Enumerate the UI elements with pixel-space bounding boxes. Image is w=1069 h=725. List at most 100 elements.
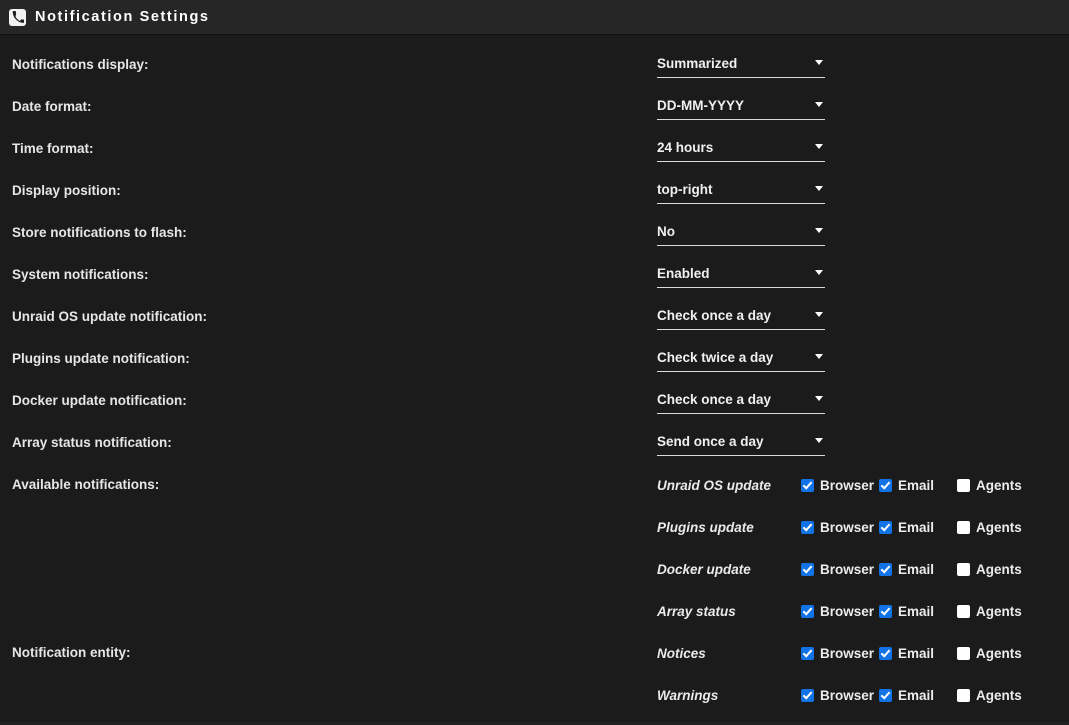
- setting-label-plugins-update-notification: Plugins update notification:: [12, 351, 190, 366]
- checkbox-label-agents[interactable]: Agents: [976, 688, 1022, 703]
- notification-entity-row-warnings: Warnings Browser Email Agents: [0, 674, 1069, 716]
- setting-row-system-notifications: System notifications: Enabled: [0, 254, 1069, 296]
- available-notifications-row-unraid-os-update: Available notifications: Unraid OS updat…: [0, 464, 1069, 506]
- setting-label-display-position: Display position:: [12, 183, 121, 198]
- checkbox-row-docker-update: Docker update Browser Email Agents: [657, 557, 1041, 581]
- select-value-unraid-os-update-notification: Check once a day: [657, 308, 772, 323]
- notification-entity-label: Notification entity:: [12, 645, 131, 660]
- setting-label-unraid-os-update-notification: Unraid OS update notification:: [12, 309, 207, 324]
- checkbox-group-browser: Browser: [801, 478, 879, 493]
- checkbox-label-email[interactable]: Email: [898, 562, 934, 577]
- select-unraid-os-update-notification[interactable]: Check once a day: [657, 303, 825, 330]
- checkbox-row-unraid-os-update: Unraid OS update Browser Email Agents: [657, 473, 1041, 497]
- checkbox-label-browser[interactable]: Browser: [820, 646, 874, 661]
- checkbox-agents-unraid-os-update[interactable]: [957, 478, 970, 492]
- select-store-notifications-to-flash[interactable]: No: [657, 219, 825, 246]
- select-value-notifications-display: Summarized: [657, 56, 738, 71]
- chevron-down-icon: [815, 270, 823, 275]
- checkbox-browser-notices[interactable]: [801, 646, 814, 660]
- checkbox-email-warnings[interactable]: [879, 688, 892, 702]
- checkbox-label-agents[interactable]: Agents: [976, 562, 1022, 577]
- checkbox-browser-plugins-update[interactable]: [801, 520, 814, 534]
- checkbox-email-docker-update[interactable]: [879, 562, 892, 576]
- chevron-down-icon: [815, 312, 823, 317]
- checkbox-browser-docker-update[interactable]: [801, 562, 814, 576]
- select-array-status-notification[interactable]: Send once a day: [657, 429, 825, 456]
- window-title: Notification Settings: [35, 9, 210, 25]
- checkbox-label-email[interactable]: Email: [898, 520, 934, 535]
- checkbox-email-plugins-update[interactable]: [879, 520, 892, 534]
- settings-form: Notifications display: Summarized Date f…: [0, 36, 1069, 716]
- setting-row-time-format: Time format: 24 hours: [0, 128, 1069, 170]
- window-titlebar: Notification Settings: [0, 0, 1069, 35]
- checkbox-label-browser[interactable]: Browser: [820, 688, 874, 703]
- checkbox-label-browser[interactable]: Browser: [820, 478, 874, 493]
- checkbox-label-agents[interactable]: Agents: [976, 646, 1022, 661]
- checkbox-label-email[interactable]: Email: [898, 604, 934, 619]
- checkbox-group-browser: Browser: [801, 688, 879, 703]
- checkbox-browser-unraid-os-update[interactable]: [801, 478, 814, 492]
- select-system-notifications[interactable]: Enabled: [657, 261, 825, 288]
- chevron-down-icon: [815, 186, 823, 191]
- select-display-position[interactable]: top-right: [657, 177, 825, 204]
- checkbox-group-agents: Agents: [957, 688, 1041, 703]
- chevron-down-icon: [815, 438, 823, 443]
- setting-label-date-format: Date format:: [12, 99, 92, 114]
- setting-label-system-notifications: System notifications:: [12, 267, 149, 282]
- checkbox-row-name: Notices: [657, 645, 706, 661]
- checkbox-agents-docker-update[interactable]: [957, 562, 970, 576]
- select-date-format[interactable]: DD-MM-YYYY: [657, 93, 825, 120]
- available-notifications-label: Available notifications:: [12, 477, 160, 492]
- select-time-format[interactable]: 24 hours: [657, 135, 825, 162]
- checkbox-row-array-status: Array status Browser Email Agents: [657, 599, 1041, 623]
- notification-settings-page: Notification Settings Notifications disp…: [0, 0, 1069, 725]
- checkbox-group-browser: Browser: [801, 604, 879, 619]
- checkbox-group-email: Email: [879, 646, 957, 661]
- chevron-down-icon: [815, 354, 823, 359]
- checkbox-label-browser[interactable]: Browser: [820, 562, 874, 577]
- checkbox-label-agents[interactable]: Agents: [976, 520, 1022, 535]
- checkbox-browser-warnings[interactable]: [801, 688, 814, 702]
- available-notifications-row-array-status: Array status Browser Email Agents: [0, 590, 1069, 632]
- available-notifications-row-docker-update: Docker update Browser Email Agents: [0, 548, 1069, 590]
- checkbox-group-agents: Agents: [957, 520, 1041, 535]
- checkbox-label-email[interactable]: Email: [898, 688, 934, 703]
- setting-label-store-notifications-to-flash: Store notifications to flash:: [12, 225, 187, 240]
- settings-content: Notifications display: Summarized Date f…: [0, 36, 1069, 725]
- checkbox-label-email[interactable]: Email: [898, 646, 934, 661]
- notification-entity-row-notices: Notification entity: Notices Browser Ema…: [0, 632, 1069, 674]
- checkbox-row-name: Array status: [657, 603, 736, 619]
- checkbox-group-browser: Browser: [801, 520, 879, 535]
- checkbox-label-browser[interactable]: Browser: [820, 604, 874, 619]
- select-plugins-update-notification[interactable]: Check twice a day: [657, 345, 825, 372]
- checkbox-label-agents[interactable]: Agents: [976, 478, 1022, 493]
- setting-label-notifications-display: Notifications display:: [12, 57, 149, 72]
- select-notifications-display[interactable]: Summarized: [657, 51, 825, 78]
- checkbox-label-browser[interactable]: Browser: [820, 520, 874, 535]
- setting-row-display-position: Display position: top-right: [0, 170, 1069, 212]
- checkbox-agents-notices[interactable]: [957, 646, 970, 660]
- checkbox-agents-warnings[interactable]: [957, 688, 970, 702]
- checkbox-label-email[interactable]: Email: [898, 478, 934, 493]
- chevron-down-icon: [815, 60, 823, 65]
- select-value-system-notifications: Enabled: [657, 266, 710, 281]
- checkbox-row-name: Plugins update: [657, 519, 754, 535]
- setting-label-time-format: Time format:: [12, 141, 94, 156]
- setting-label-docker-update-notification: Docker update notification:: [12, 393, 187, 408]
- checkbox-label-agents[interactable]: Agents: [976, 604, 1022, 619]
- setting-row-unraid-os-update-notification: Unraid OS update notification: Check onc…: [0, 296, 1069, 338]
- checkbox-group-email: Email: [879, 604, 957, 619]
- select-docker-update-notification[interactable]: Check once a day: [657, 387, 825, 414]
- checkbox-group-browser: Browser: [801, 646, 879, 661]
- checkbox-row-notices: Notices Browser Email Agents: [657, 641, 1041, 665]
- checkbox-email-array-status[interactable]: [879, 604, 892, 618]
- chevron-down-icon: [815, 144, 823, 149]
- checkbox-email-notices[interactable]: [879, 646, 892, 660]
- checkbox-agents-array-status[interactable]: [957, 604, 970, 618]
- setting-row-notifications-display: Notifications display: Summarized: [0, 44, 1069, 86]
- checkbox-email-unraid-os-update[interactable]: [879, 478, 892, 492]
- checkbox-browser-array-status[interactable]: [801, 604, 814, 618]
- checkbox-row-warnings: Warnings Browser Email Agents: [657, 683, 1041, 707]
- checkbox-row-name: Unraid OS update: [657, 477, 772, 493]
- checkbox-agents-plugins-update[interactable]: [957, 520, 970, 534]
